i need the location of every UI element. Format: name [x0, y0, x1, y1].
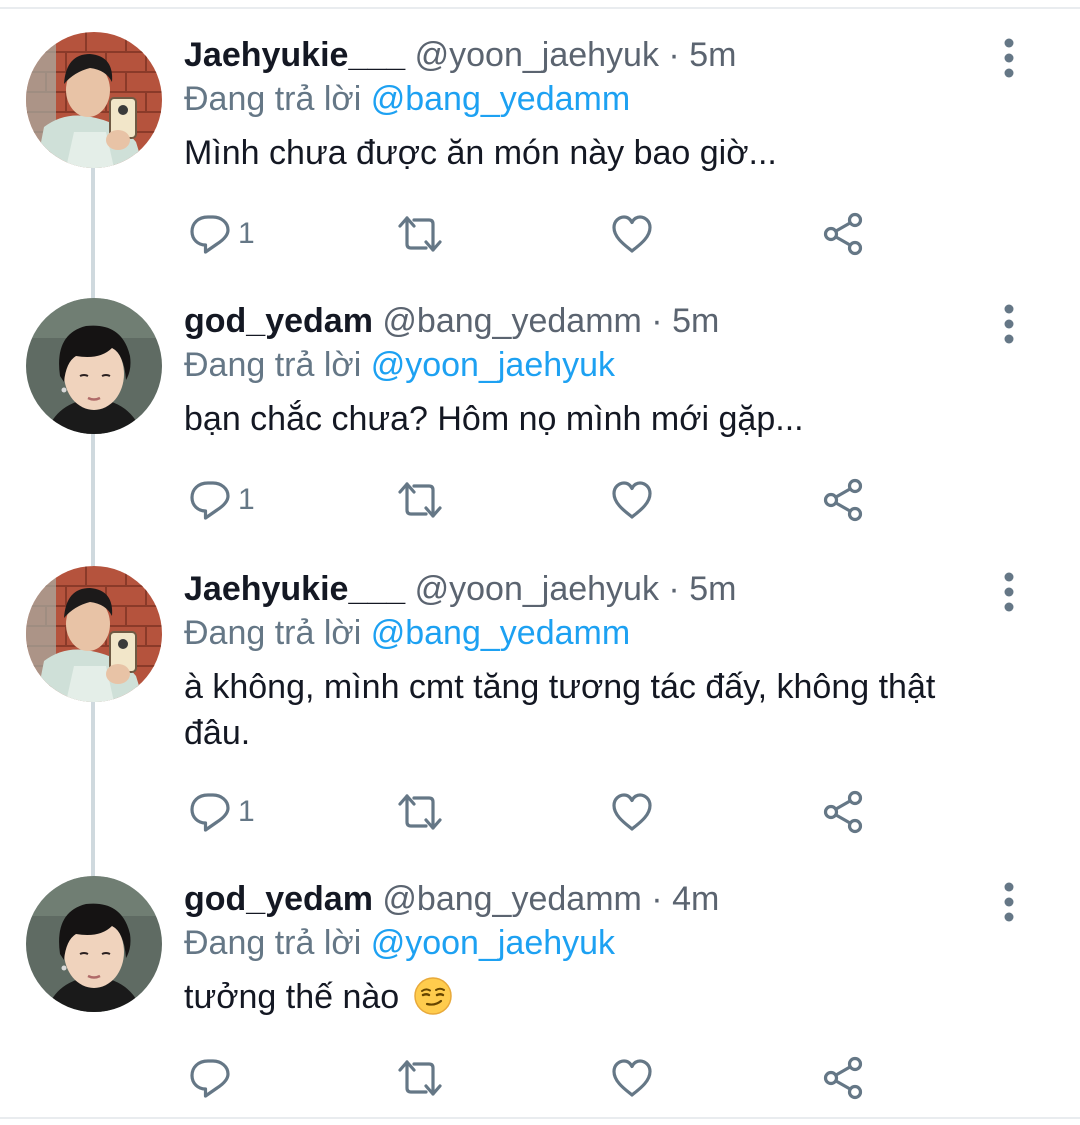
display-name[interactable]: Jaehyukie___ — [184, 570, 405, 608]
like-button[interactable] — [610, 212, 654, 256]
top-divider — [0, 7, 1080, 9]
more-button[interactable] — [994, 572, 1024, 612]
mention-link[interactable]: @bang_yedamm — [371, 80, 630, 118]
replying-to: Đang trả lời @bang_yedamm — [184, 76, 630, 122]
separator-dot: · — [651, 880, 663, 918]
reply-icon — [188, 1056, 232, 1100]
retweet-icon — [396, 1056, 444, 1100]
share-button[interactable] — [822, 478, 866, 522]
share-button[interactable] — [822, 212, 866, 256]
replying-to: Đang trả lời @yoon_jaehyuk — [184, 342, 615, 388]
heart-icon — [610, 790, 654, 834]
jaehyuk-avatar-image — [26, 32, 162, 168]
share-button[interactable] — [822, 1056, 866, 1100]
replying-prefix: Đang trả lời — [184, 924, 362, 962]
retweet-icon — [396, 212, 444, 256]
reply-button[interactable] — [188, 1056, 232, 1100]
tweet-actions: 1 — [184, 212, 904, 256]
tweet-text: tưởng thế nào — [184, 978, 400, 1016]
tweet-text: Mình chưa được ăn món này bao giờ... — [184, 134, 777, 172]
more-button[interactable] — [994, 304, 1024, 344]
user-handle[interactable]: @yoon_jaehyuk — [415, 36, 659, 74]
tweet-header: Jaehyukie___ @yoon_jaehyuk · 5m — [184, 566, 736, 612]
separator-dot: · — [668, 36, 680, 74]
reply-button[interactable]: 1 — [188, 212, 268, 256]
replying-prefix: Đang trả lời — [184, 614, 362, 652]
heart-icon — [610, 212, 654, 256]
share-icon — [822, 1056, 866, 1100]
reply-icon — [188, 790, 232, 834]
retweet-button[interactable] — [396, 790, 444, 834]
replying-to: Đang trả lời @yoon_jaehyuk — [184, 920, 615, 966]
avatar[interactable] — [26, 32, 162, 168]
replying-prefix: Đang trả lời — [184, 346, 362, 384]
reply-icon — [188, 478, 232, 522]
retweet-button[interactable] — [396, 478, 444, 522]
jaehyuk-avatar-image — [26, 566, 162, 702]
like-button[interactable] — [610, 1056, 654, 1100]
tweet-content: tưởng thế nào — [184, 974, 1024, 1020]
more-vertical-icon — [994, 38, 1024, 78]
tweet-actions — [184, 1056, 904, 1100]
timestamp[interactable]: 5m — [689, 570, 736, 608]
share-button[interactable] — [822, 790, 866, 834]
tweet-actions: 1 — [184, 790, 904, 834]
separator-dot: · — [668, 570, 680, 608]
display-name[interactable]: god_yedam — [184, 302, 373, 340]
mention-link[interactable]: @yoon_jaehyuk — [371, 924, 615, 962]
share-icon — [822, 212, 866, 256]
tweet-header: god_yedam @bang_yedamm · 4m — [184, 876, 719, 922]
more-vertical-icon — [994, 572, 1024, 612]
display-name[interactable]: god_yedam — [184, 880, 373, 918]
tweet-text: à không, mình cmt tăng tương tác đấy, kh… — [184, 668, 936, 752]
replying-prefix: Đang trả lời — [184, 80, 362, 118]
share-icon — [822, 478, 866, 522]
replying-to: Đang trả lời @bang_yedamm — [184, 610, 630, 656]
reply-count: 1 — [238, 795, 255, 828]
avatar[interactable] — [26, 566, 162, 702]
like-button[interactable] — [610, 790, 654, 834]
reply-count: 1 — [238, 217, 255, 250]
reply-button[interactable]: 1 — [188, 478, 268, 522]
user-handle[interactable]: @bang_yedamm — [382, 302, 641, 340]
retweet-button[interactable] — [396, 212, 444, 256]
tweet-text: bạn chắc chưa? Hôm nọ mình mới gặp... — [184, 400, 804, 438]
reply-count: 1 — [238, 483, 255, 516]
bottom-divider — [0, 1117, 1080, 1119]
smirking-face-emoji — [413, 977, 452, 1015]
heart-icon — [610, 478, 654, 522]
timestamp[interactable]: 4m — [672, 880, 719, 918]
timestamp[interactable]: 5m — [672, 302, 719, 340]
mention-link[interactable]: @yoon_jaehyuk — [371, 346, 615, 384]
more-vertical-icon — [994, 882, 1024, 922]
retweet-icon — [396, 790, 444, 834]
display-name[interactable]: Jaehyukie___ — [184, 36, 405, 74]
retweet-button[interactable] — [396, 1056, 444, 1100]
retweet-icon — [396, 478, 444, 522]
thread-line — [91, 166, 95, 298]
user-handle[interactable]: @bang_yedamm — [382, 880, 641, 918]
thread-line — [91, 432, 95, 566]
yedam-avatar-image — [26, 876, 162, 1012]
timestamp[interactable]: 5m — [689, 36, 736, 74]
separator-dot: · — [651, 302, 663, 340]
share-icon — [822, 790, 866, 834]
more-vertical-icon — [994, 304, 1024, 344]
thread-line — [91, 700, 95, 876]
avatar[interactable] — [26, 876, 162, 1012]
tweet-header: god_yedam @bang_yedamm · 5m — [184, 298, 719, 344]
mention-link[interactable]: @bang_yedamm — [371, 614, 630, 652]
yedam-avatar-image — [26, 298, 162, 434]
reply-button[interactable]: 1 — [188, 790, 268, 834]
tweet-header: Jaehyukie___ @yoon_jaehyuk · 5m — [184, 32, 736, 78]
reply-icon — [188, 212, 232, 256]
user-handle[interactable]: @yoon_jaehyuk — [415, 570, 659, 608]
heart-icon — [610, 1056, 654, 1100]
more-button[interactable] — [994, 38, 1024, 78]
like-button[interactable] — [610, 478, 654, 522]
tweet-actions: 1 — [184, 478, 904, 522]
avatar[interactable] — [26, 298, 162, 434]
more-button[interactable] — [994, 882, 1024, 922]
